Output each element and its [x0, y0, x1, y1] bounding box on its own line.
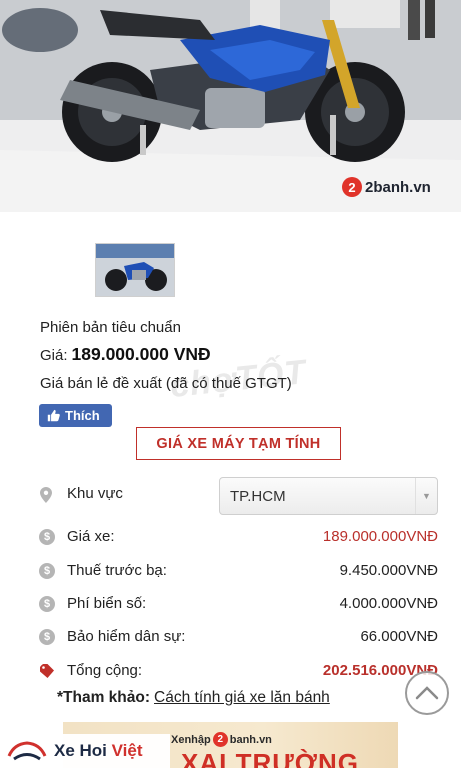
- price-row: Giá: 189.000.000 VNĐ: [40, 344, 211, 365]
- banner-brand-prefix: Xenhập: [171, 733, 211, 746]
- chevron-down-icon: ▼: [415, 478, 437, 514]
- region-label: Khu vực: [67, 485, 123, 502]
- rolling-price-link[interactable]: Cách tính giá xe lăn bánh: [154, 689, 330, 706]
- dollar-icon: $: [39, 596, 55, 612]
- calc-row-total: Tổng cộng: 202.516.000VNĐ: [0, 660, 461, 684]
- dollar-icon: $: [39, 529, 55, 545]
- reference-prefix: *Tham khảo:: [57, 689, 151, 706]
- calc-row-plate-fee: $ Phí biển số: 4.000.000VNĐ: [0, 593, 461, 617]
- price-tag-icon: [40, 664, 54, 678]
- thumbs-up-icon: [47, 409, 60, 422]
- scroll-to-top-button[interactable]: [405, 671, 449, 715]
- facebook-like-button[interactable]: Thích: [39, 404, 112, 427]
- like-button-label: Thích: [65, 408, 100, 423]
- chevron-up-icon: [415, 686, 439, 700]
- calc-row-civil-insurance: $ Bảo hiểm dân sự: 66.000VNĐ: [0, 626, 461, 650]
- calc-row-label: Thuế trước bạ:: [67, 562, 167, 579]
- thumbnail-image: [96, 244, 174, 296]
- 2banh-logo-icon: 2: [212, 732, 228, 747]
- price-value: 189.000.000 VNĐ: [71, 344, 211, 364]
- retail-price-note: Giá bán lẻ đề xuất (đã có thuế GTGT): [40, 375, 292, 392]
- gallery-thumbnail[interactable]: [95, 243, 175, 297]
- region-selected-value: TP.HCM: [230, 487, 286, 505]
- 2banh-logo-icon: 2: [342, 177, 362, 197]
- reference-line: *Tham khảo: Cách tính giá xe lăn bánh: [57, 689, 330, 707]
- location-pin-icon: [40, 487, 52, 503]
- calc-row-bike-price: $ Giá xe: 189.000.000VNĐ: [0, 526, 461, 550]
- calc-row-value: 9.450.000VNĐ: [339, 562, 438, 579]
- motorcycle-photo[interactable]: 2 2banh.vn: [0, 0, 461, 212]
- calc-row-label: Bảo hiểm dân sự:: [67, 628, 186, 645]
- version-label: Phiên bản tiêu chuẩn: [40, 319, 181, 336]
- calc-row-label: Phí biển số:: [67, 595, 147, 612]
- region-select[interactable]: TP.HCM ▼: [219, 477, 438, 515]
- 2banh-logo-text: 2banh.vn: [365, 178, 431, 196]
- logo-text-main: Xe Hoi: [54, 741, 107, 760]
- xehoiviet-logo-text: Xe Hoi Việt: [54, 741, 143, 761]
- banner-brand-suffix: banh.vn: [229, 733, 272, 746]
- calc-row-label: Giá xe:: [67, 528, 115, 545]
- calc-row-value: 4.000.000VNĐ: [339, 595, 438, 612]
- calc-row-value: 66.000VNĐ: [360, 628, 438, 645]
- calc-row-value: 189.000.000VNĐ: [322, 528, 438, 545]
- dollar-icon: $: [39, 563, 55, 579]
- banner-headline: XAI TRƯỜNG: [181, 748, 359, 768]
- banner-brand: Xenhập 2 banh.vn: [171, 732, 272, 747]
- calc-row-registration-tax: $ Thuế trước bạ: 9.450.000VNĐ: [0, 560, 461, 584]
- 2banh-watermark-logo: 2 2banh.vn: [342, 177, 431, 197]
- logo-text-accent: Việt: [111, 741, 143, 760]
- car-logo-icon: [7, 741, 47, 761]
- dollar-icon: $: [39, 629, 55, 645]
- price-calculator-title: GIÁ XE MÁY TẠM TÍNH: [136, 427, 341, 460]
- calc-row-label: Tổng cộng:: [67, 662, 143, 679]
- price-label: Giá:: [40, 347, 68, 364]
- xehoiviet-logo[interactable]: Xe Hoi Việt: [0, 734, 170, 768]
